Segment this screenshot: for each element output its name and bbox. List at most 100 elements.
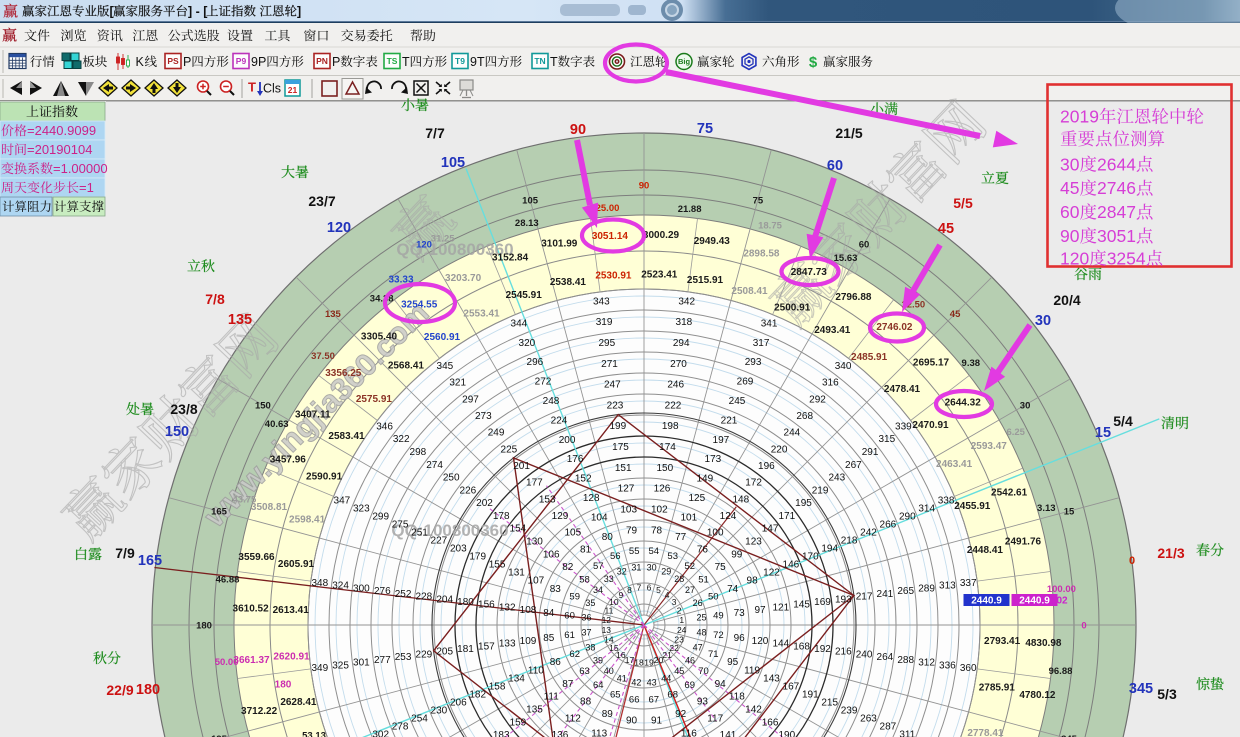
svg-text:265: 265 (897, 586, 914, 597)
svg-text:46.88: 46.88 (216, 575, 240, 586)
svg-text:8: 8 (627, 585, 632, 595)
svg-text:276: 276 (374, 586, 391, 597)
svg-text:$: $ (809, 54, 818, 71)
svg-text:274: 274 (426, 460, 443, 471)
svg-text:2575.91: 2575.91 (356, 394, 393, 405)
svg-text:T: T (248, 80, 256, 95)
svg-text:]: ] (297, 4, 301, 18)
svg-text:40.63: 40.63 (265, 419, 289, 430)
svg-text:2491.76: 2491.76 (1005, 537, 1042, 548)
svg-text:3407.11: 3407.11 (295, 410, 331, 421)
svg-text:3051: 3051 (1097, 226, 1136, 246)
svg-text:75: 75 (715, 562, 727, 573)
svg-text:64: 64 (593, 680, 604, 691)
svg-text:324: 324 (332, 581, 349, 592)
svg-text:132: 132 (499, 603, 516, 614)
svg-text:3508.81: 3508.81 (251, 502, 288, 513)
svg-text:3457.96: 3457.96 (270, 454, 307, 465)
svg-text:93: 93 (697, 697, 709, 708)
svg-text:177: 177 (526, 478, 543, 489)
svg-text:Cls: Cls (263, 81, 281, 95)
svg-text:PN: PN (316, 56, 328, 66)
svg-text:268: 268 (796, 411, 813, 422)
svg-text:273: 273 (475, 411, 492, 422)
svg-text:3101.99: 3101.99 (541, 239, 578, 250)
svg-text:2644: 2644 (1097, 154, 1136, 174)
svg-text:2530.91: 2530.91 (595, 270, 632, 281)
svg-text:3.13: 3.13 (1037, 503, 1056, 514)
svg-text:0: 0 (1081, 620, 1086, 631)
svg-text:101: 101 (680, 512, 697, 523)
svg-text:61: 61 (564, 630, 575, 641)
svg-text:2470.91: 2470.91 (912, 420, 949, 431)
svg-text:193: 193 (835, 594, 852, 605)
svg-text:206: 206 (450, 697, 467, 708)
svg-text:100.00: 100.00 (1047, 584, 1076, 595)
svg-text:29: 29 (661, 567, 671, 577)
svg-text:79: 79 (626, 525, 638, 536)
svg-text:3610.52: 3610.52 (233, 603, 270, 614)
svg-text:72: 72 (713, 630, 724, 641)
svg-text:15.63: 15.63 (834, 253, 858, 264)
svg-text:Big: Big (678, 57, 691, 66)
svg-text:2598.41: 2598.41 (289, 514, 326, 525)
svg-text:50: 50 (708, 592, 719, 603)
svg-text:195: 195 (795, 498, 812, 509)
svg-text:7/9: 7/9 (115, 545, 135, 561)
svg-text:51: 51 (698, 575, 709, 586)
svg-text:30: 30 (1060, 154, 1080, 174)
svg-text:74: 74 (727, 584, 739, 595)
svg-text:155: 155 (489, 560, 506, 571)
svg-text:104: 104 (591, 512, 608, 523)
svg-text:105: 105 (441, 155, 465, 171)
svg-text:12: 12 (602, 615, 612, 625)
svg-text:146: 146 (783, 560, 800, 571)
svg-text:109: 109 (520, 636, 537, 647)
svg-text:111: 111 (544, 692, 560, 703)
svg-text:26: 26 (693, 598, 703, 608)
svg-text:82: 82 (562, 562, 574, 573)
svg-text:24: 24 (677, 625, 687, 635)
svg-text:28: 28 (674, 574, 684, 584)
svg-text:23: 23 (674, 635, 684, 645)
svg-text:345: 345 (437, 361, 454, 372)
svg-text:252: 252 (395, 589, 412, 600)
svg-text:300: 300 (353, 583, 370, 594)
svg-text:221: 221 (721, 415, 738, 426)
svg-text:44: 44 (661, 674, 671, 684)
svg-text:2508.41: 2508.41 (731, 286, 768, 297)
svg-text:50.00: 50.00 (215, 657, 239, 668)
svg-text:120: 120 (1060, 248, 1089, 268)
svg-text:128: 128 (583, 493, 600, 504)
svg-text:341: 341 (761, 318, 778, 329)
svg-text:33: 33 (604, 574, 614, 584)
svg-text:T9: T9 (455, 56, 465, 66)
svg-text:223: 223 (607, 400, 624, 411)
svg-text:23/7: 23/7 (308, 193, 335, 209)
svg-text:182: 182 (469, 689, 486, 700)
svg-text:264: 264 (877, 652, 894, 663)
svg-text:02: 02 (1056, 596, 1068, 607)
svg-text:2949.43: 2949.43 (694, 236, 731, 247)
svg-text:168: 168 (793, 641, 810, 652)
svg-text:167: 167 (783, 681, 800, 692)
svg-text:183: 183 (493, 730, 510, 737)
svg-text:5/5: 5/5 (953, 195, 973, 211)
svg-text:2523.41: 2523.41 (641, 270, 678, 281)
svg-text:86: 86 (550, 657, 562, 668)
svg-text:59: 59 (569, 592, 580, 603)
svg-text:165: 165 (138, 553, 162, 569)
svg-text:247: 247 (604, 380, 621, 391)
svg-text:297: 297 (462, 394, 479, 405)
svg-text:=1.00000: =1.00000 (53, 161, 108, 176)
svg-text:2583.41: 2583.41 (328, 431, 365, 442)
svg-text:107: 107 (528, 576, 545, 587)
svg-text:120: 120 (752, 636, 769, 647)
svg-text:11: 11 (604, 605, 613, 615)
svg-text:89: 89 (602, 709, 614, 720)
svg-text:127: 127 (618, 484, 635, 495)
svg-text:242: 242 (860, 528, 877, 539)
svg-text:199: 199 (609, 421, 626, 432)
svg-text:150: 150 (656, 463, 673, 474)
svg-text:173: 173 (705, 454, 722, 465)
